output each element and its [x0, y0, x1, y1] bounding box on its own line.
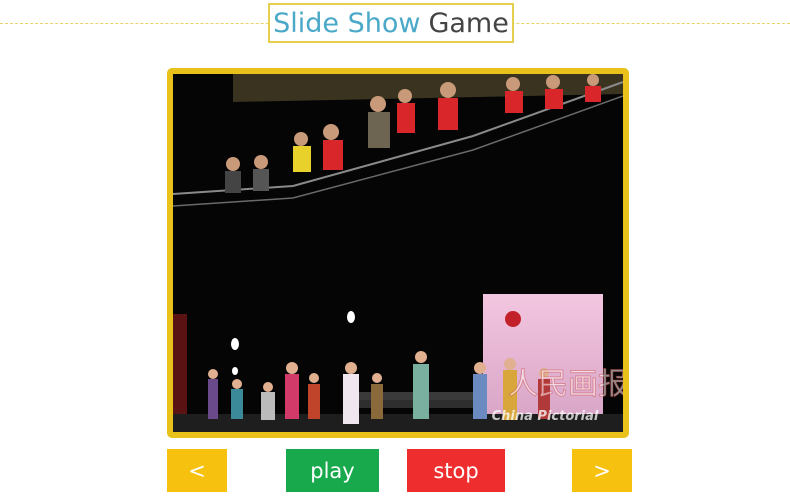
- next-slide-button[interactable]: >: [572, 449, 632, 492]
- watermark-brand: China Pictorial: [492, 409, 599, 424]
- stop-button[interactable]: stop: [407, 449, 505, 492]
- title-part-1: Slide Show: [273, 7, 421, 39]
- slide-frame: 人民画报 China Pictorial: [167, 68, 629, 438]
- page-title: Slide Show Game: [268, 3, 514, 43]
- watermark-chinese-logo: 人民画报: [508, 367, 623, 402]
- slide-image: 人民画报 China Pictorial: [173, 74, 623, 432]
- title-part-2: Game: [428, 7, 509, 39]
- slide-photo-puppet-show: 人民画报 China Pictorial: [173, 74, 623, 432]
- previous-slide-button[interactable]: <: [167, 449, 227, 492]
- play-button[interactable]: play: [286, 449, 379, 492]
